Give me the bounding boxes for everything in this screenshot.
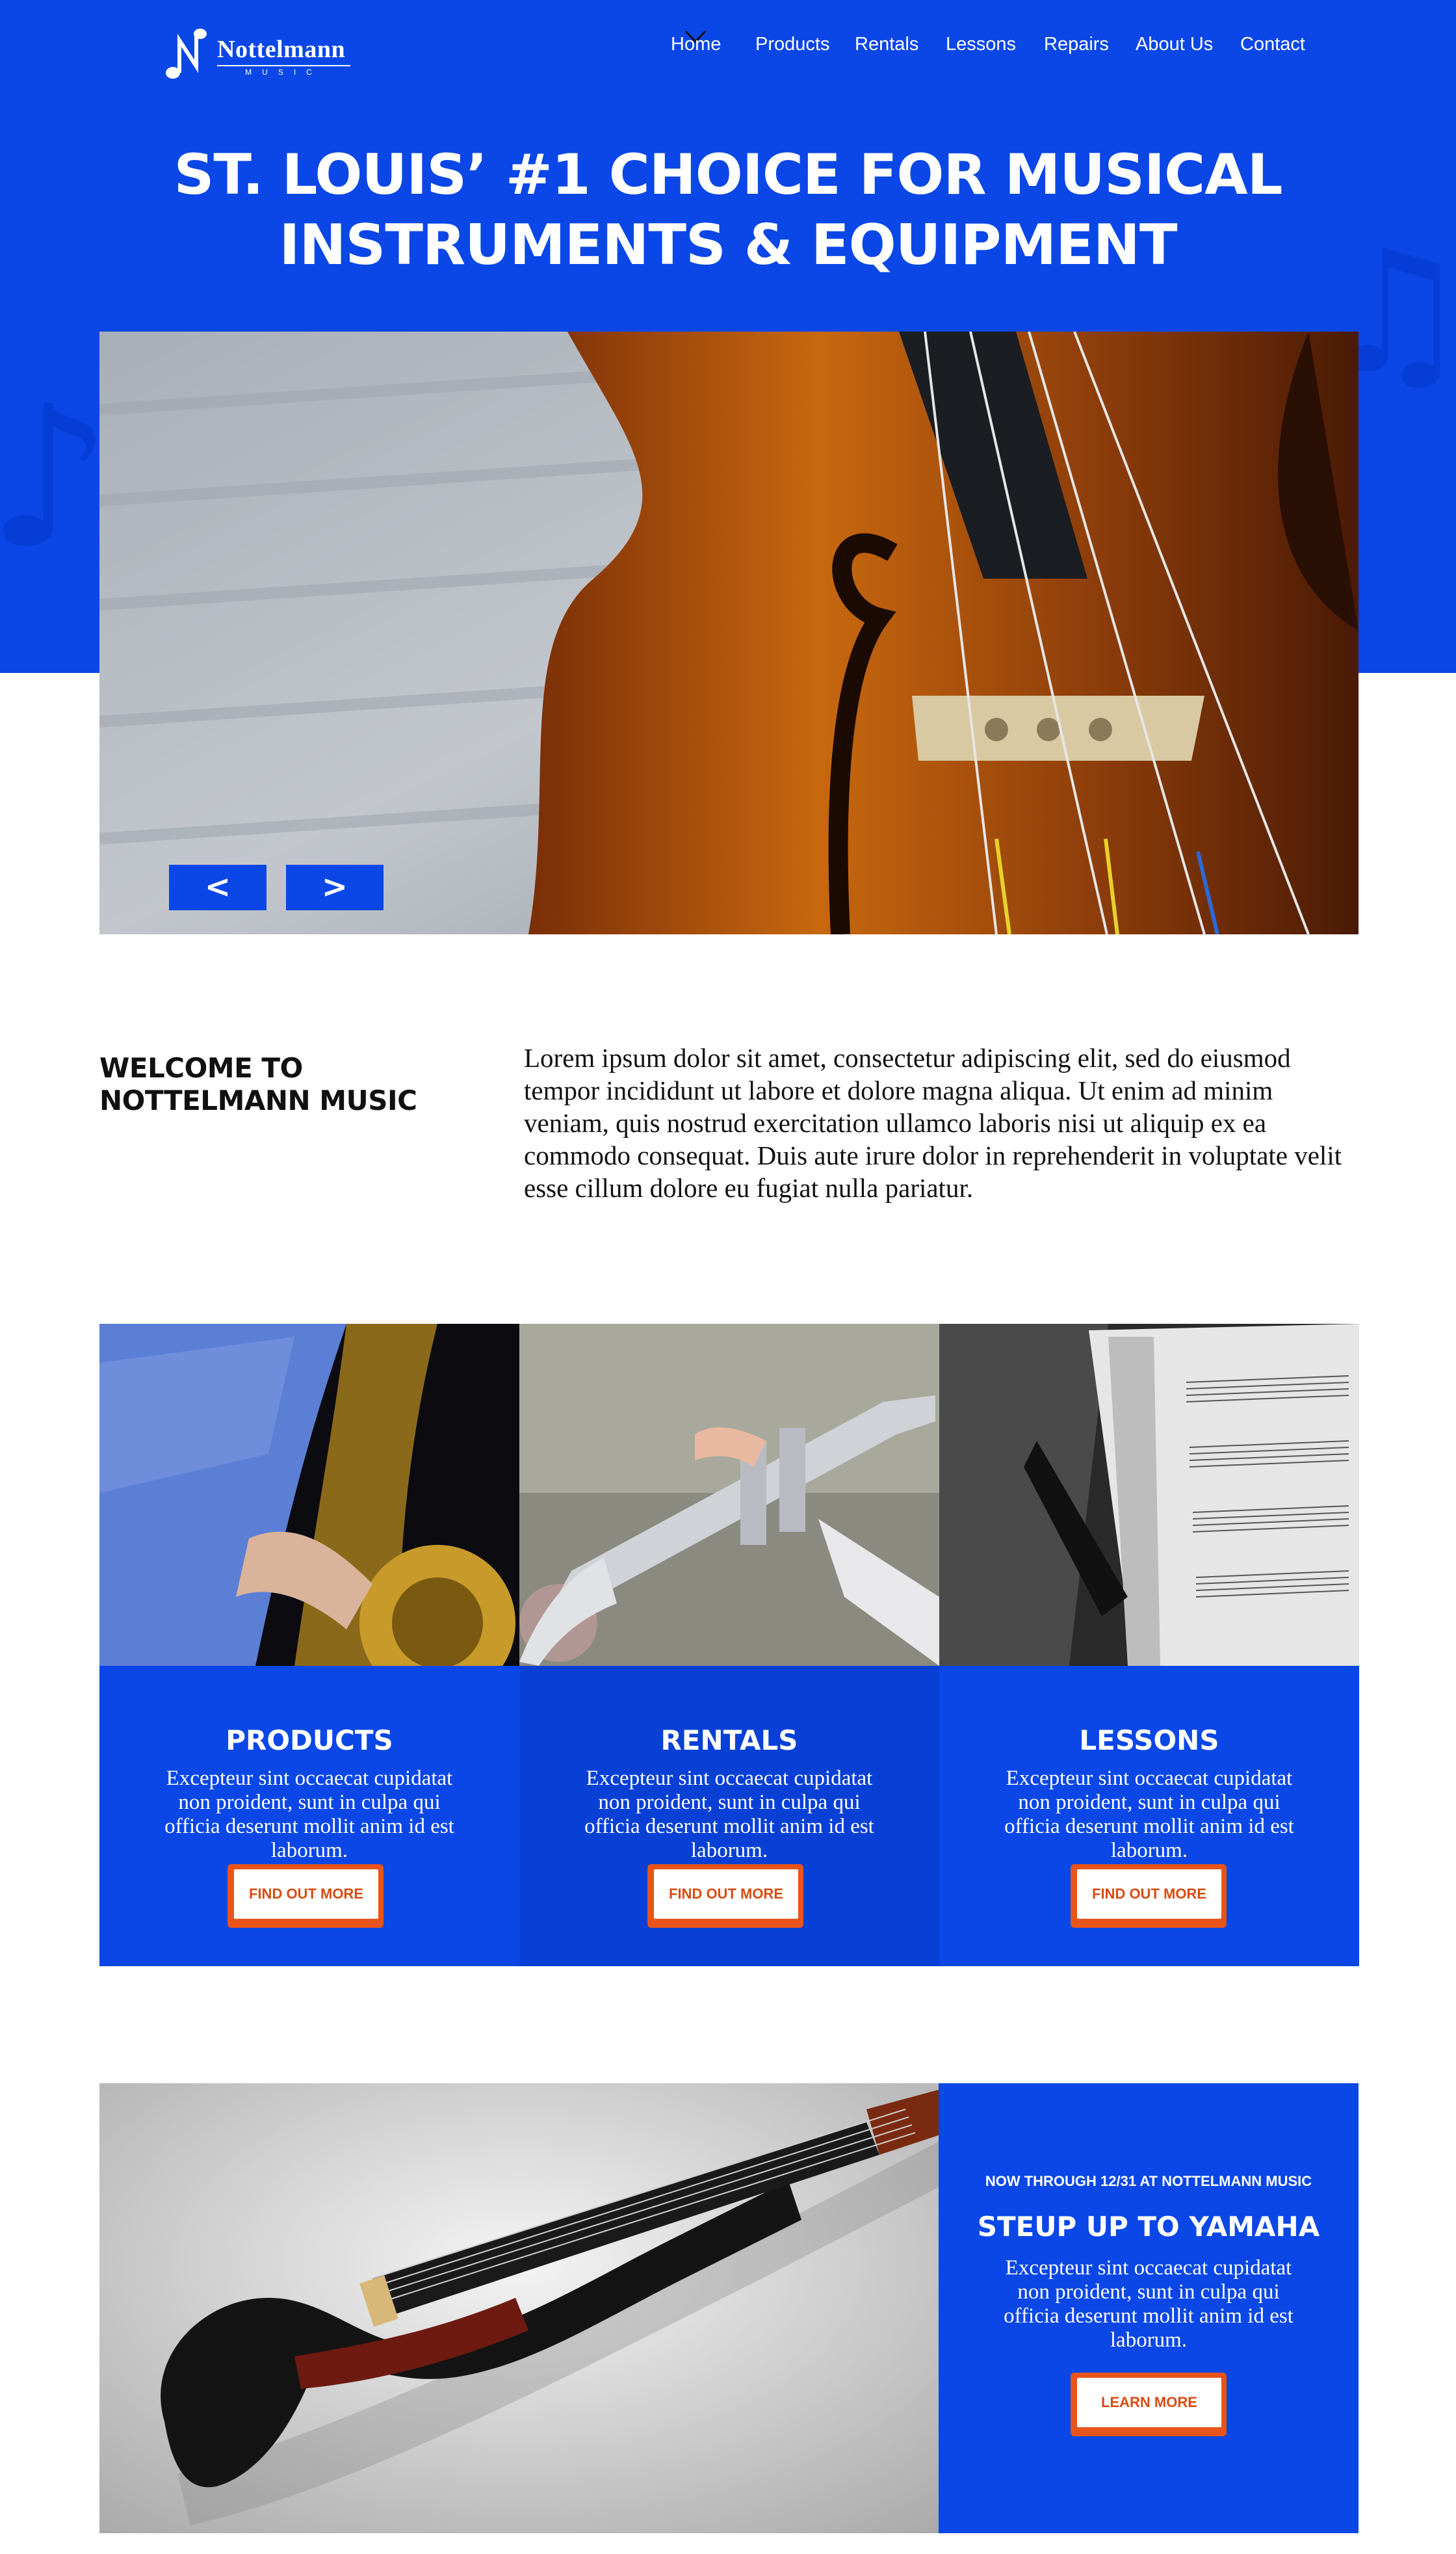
card-lessons: LESSONS Excepteur sint occaecat cupidata… bbox=[939, 1324, 1359, 1966]
button-label: FIND OUT MORE bbox=[234, 1869, 378, 1919]
learn-more-button[interactable]: LEARN MORE bbox=[1071, 2373, 1227, 2436]
card-rentals: RENTALS Excepteur sint occaecat cupidata… bbox=[519, 1324, 939, 1966]
brand-subtitle: MUSIC bbox=[217, 65, 350, 77]
slider-next-button[interactable]: > bbox=[286, 865, 384, 910]
hero-slider-image bbox=[99, 332, 1358, 934]
card-rentals-body: RENTALS Excepteur sint occaecat cupidata… bbox=[519, 1666, 939, 1966]
card-title: PRODUCTS bbox=[226, 1724, 393, 1756]
nav-products[interactable]: Products bbox=[755, 34, 829, 55]
nav-contact[interactable]: Contact bbox=[1240, 34, 1305, 55]
saxophone-photo bbox=[99, 1324, 519, 1666]
welcome-heading-line-1: WELCOME TO bbox=[99, 1052, 303, 1084]
hero-title-line-2: INSTRUMENTS & EQUIPMENT bbox=[279, 213, 1177, 278]
nav-repairs[interactable]: Repairs bbox=[1044, 34, 1109, 55]
violin-photo bbox=[99, 332, 1358, 934]
card-title: LESSONS bbox=[1079, 1724, 1219, 1756]
card-lessons-body: LESSONS Excepteur sint occaecat cupidata… bbox=[939, 1666, 1359, 1966]
card-text: Excepteur sint occaecat cupidatat non pr… bbox=[584, 1767, 874, 1862]
promo-title: STEUP UP TO YAMAHA bbox=[977, 2211, 1320, 2243]
promo-text: Excepteur sint occaecat cupidatat non pr… bbox=[1004, 2256, 1294, 2352]
nav-lessons[interactable]: Lessons bbox=[946, 34, 1016, 55]
promo-kicker: NOW THROUGH 12/31 AT NOTTELMANN MUSIC bbox=[985, 2173, 1312, 2189]
sheet-music-photo bbox=[939, 1324, 1359, 1666]
products-find-out-more-button[interactable]: FIND OUT MORE bbox=[228, 1864, 384, 1928]
trumpet-photo bbox=[519, 1324, 939, 1666]
button-label: FIND OUT MORE bbox=[654, 1869, 798, 1919]
lessons-find-out-more-button[interactable]: FIND OUT MORE bbox=[1071, 1864, 1227, 1928]
nav-home[interactable]: Home bbox=[671, 34, 721, 55]
card-title: RENTALS bbox=[660, 1724, 798, 1756]
welcome-text: Lorem ipsum dolor sit amet, consectetur … bbox=[524, 1043, 1342, 1203]
button-label: LEARN MORE bbox=[1077, 2378, 1221, 2427]
main-navigation: Home Products Rentals Lessons Repairs Ab… bbox=[0, 30, 1456, 62]
card-products-body: PRODUCTS Excepteur sint occaecat cupidat… bbox=[99, 1666, 519, 1966]
electric-violin-photo bbox=[99, 2083, 939, 2533]
button-label: FIND OUT MORE bbox=[1077, 1869, 1221, 1919]
promo-panel: NOW THROUGH 12/31 AT NOTTELMANN MUSIC ST… bbox=[939, 2083, 1358, 2533]
hero-title: ST. LOUIS’ #1 CHOICE FOR MUSICAL INSTRUM… bbox=[0, 140, 1456, 280]
nav-rentals[interactable]: Rentals bbox=[855, 34, 918, 55]
card-text: Excepteur sint occaecat cupidatat non pr… bbox=[164, 1767, 454, 1862]
welcome-heading-line-2: NOTTELMANN MUSIC bbox=[99, 1085, 417, 1116]
nav-about-us[interactable]: About Us bbox=[1136, 34, 1213, 55]
music-note-watermark: ♪ bbox=[0, 364, 112, 591]
card-products: PRODUCTS Excepteur sint occaecat cupidat… bbox=[99, 1324, 519, 1966]
card-text: Excepteur sint occaecat cupidatat non pr… bbox=[1004, 1767, 1294, 1862]
slider-prev-button[interactable]: < bbox=[169, 865, 266, 910]
rentals-find-out-more-button[interactable]: FIND OUT MORE bbox=[647, 1864, 803, 1928]
welcome-heading: WELCOME TO NOTTELMANN MUSIC bbox=[99, 1052, 463, 1117]
hero-title-line-1: ST. LOUIS’ #1 CHOICE FOR MUSICAL bbox=[174, 142, 1282, 207]
